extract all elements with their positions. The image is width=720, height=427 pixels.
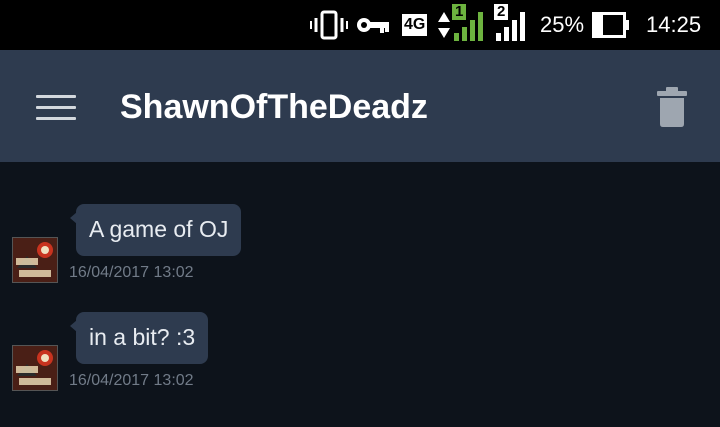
avatar-image	[13, 346, 57, 390]
clock: 14:25	[646, 12, 702, 37]
trash-icon[interactable]	[654, 86, 690, 128]
message-timestamp: 16/04/2017 13:02	[69, 264, 194, 281]
avatar-image	[13, 238, 57, 282]
message-bubble[interactable]: A game of OJ	[69, 204, 242, 256]
battery-icon	[592, 0, 630, 50]
message-bubble[interactable]: in a bit? :3	[69, 312, 209, 364]
sim1-signal-icon: 1	[452, 0, 488, 50]
conversation-title: ShawnOfTheDeadz	[120, 88, 428, 126]
message-timestamp: 16/04/2017 13:02	[69, 372, 194, 389]
vpn-key-icon	[356, 0, 390, 50]
battery-percent: 25%	[540, 12, 585, 37]
avatar[interactable]	[12, 345, 58, 391]
data-arrows-icon	[437, 0, 451, 50]
sim2-signal-icon: 2	[494, 0, 530, 50]
vibrate-icon	[310, 0, 348, 50]
avatar[interactable]	[12, 237, 58, 283]
menu-icon[interactable]	[36, 95, 76, 121]
network-type-badge: 4G	[402, 0, 428, 50]
app-bar: ShawnOfTheDeadz	[0, 50, 720, 162]
status-bar: 4G 1 2 25% 14:25	[0, 0, 720, 50]
